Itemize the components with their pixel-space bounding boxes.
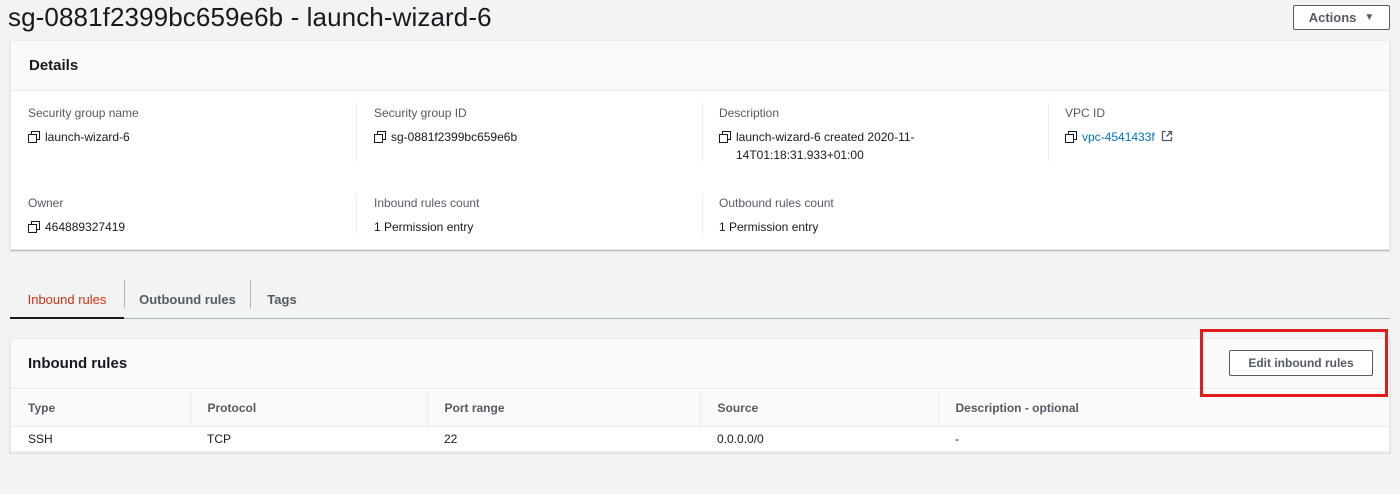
outbound-rules-count-label: Outbound rules count xyxy=(719,196,834,210)
table-header-row: Type Protocol Port range Source Descript… xyxy=(11,391,1389,427)
security-group-name-value: launch-wizard-6 xyxy=(45,130,130,144)
column-divider xyxy=(702,194,703,234)
column-divider xyxy=(702,103,703,161)
inbound-rules-count-value: 1 Permission entry xyxy=(374,220,474,234)
cell-type: SSH xyxy=(11,426,190,453)
outbound-rules-count-field: Outbound rules count 1 Permission entry xyxy=(719,196,834,236)
external-link-icon[interactable] xyxy=(1161,130,1173,142)
column-divider xyxy=(1048,103,1049,161)
vpc-id-link[interactable]: vpc-4541433f xyxy=(1082,128,1155,146)
column-divider xyxy=(356,103,357,161)
cell-port-range: 22 xyxy=(427,426,700,453)
cell-source: 0.0.0.0/0 xyxy=(700,426,938,453)
copy-icon[interactable] xyxy=(374,131,386,143)
column-header-type[interactable]: Type xyxy=(11,391,190,427)
security-group-id-label: Security group ID xyxy=(374,106,467,120)
column-header-source[interactable]: Source xyxy=(699,391,938,427)
inbound-rules-table: Type Protocol Port range Source Descript… xyxy=(11,391,1389,453)
column-header-port-range[interactable]: Port range xyxy=(426,391,700,427)
description-label: Description xyxy=(719,106,780,120)
copy-icon[interactable] xyxy=(1065,131,1077,143)
copy-icon[interactable] xyxy=(719,131,731,143)
description-value: launch-wizard-6 created 2020-11- 14T01:1… xyxy=(736,128,915,164)
table-row[interactable]: SSH TCP 22 0.0.0.0/0 - xyxy=(11,426,1389,453)
page-title: sg-0881f2399bc659e6b - launch-wizard-6 xyxy=(8,2,492,32)
details-title: Details xyxy=(29,57,79,74)
security-group-name-label: Security group name xyxy=(28,106,139,120)
vpc-id-label: VPC ID xyxy=(1065,106,1106,120)
details-header: Details xyxy=(11,41,1389,91)
owner-field: Owner 464889327419 xyxy=(28,196,125,236)
security-group-name-field: Security group name launch-wizard-6 xyxy=(28,106,139,146)
inbound-rules-header: Inbound rules Edit inbound rules xyxy=(11,339,1389,389)
details-panel: Details Security group name launch-wizar… xyxy=(10,40,1390,250)
inbound-rules-panel: Inbound rules Edit inbound rules Type Pr… xyxy=(10,338,1390,453)
tab-inbound-rules[interactable]: Inbound rules xyxy=(10,280,124,319)
tab-outbound-rules[interactable]: Outbound rules xyxy=(125,280,250,318)
inbound-rules-count-label: Inbound rules count xyxy=(374,196,480,210)
description-field: Description launch-wizard-6 created 2020… xyxy=(719,106,915,164)
outbound-rules-count-value: 1 Permission entry xyxy=(719,220,819,234)
actions-button[interactable]: Actions ▼ xyxy=(1293,5,1390,30)
owner-value: 464889327419 xyxy=(45,220,126,234)
edit-inbound-rules-button[interactable]: Edit inbound rules xyxy=(1229,350,1373,376)
cell-description: - xyxy=(938,426,1389,453)
caret-down-icon: ▼ xyxy=(1364,12,1375,23)
inbound-rules-count-field: Inbound rules count 1 Permission entry xyxy=(374,196,479,236)
cell-protocol: TCP xyxy=(190,426,427,453)
owner-label: Owner xyxy=(28,196,64,210)
inbound-rules-title: Inbound rules xyxy=(28,355,128,372)
tab-tags[interactable]: Tags xyxy=(251,280,313,318)
column-divider xyxy=(356,194,357,234)
description-line-2: 14T01:18:31.933+01:00 xyxy=(736,148,864,162)
vpc-id-field: VPC ID vpc-4541433f xyxy=(1065,106,1173,146)
actions-label: Actions xyxy=(1308,10,1357,25)
column-header-protocol[interactable]: Protocol xyxy=(189,391,427,427)
security-group-id-value: sg-0881f2399bc659e6b xyxy=(391,130,518,144)
copy-icon[interactable] xyxy=(28,131,40,143)
tab-bar: Inbound rules Outbound rules Tags xyxy=(10,280,1390,319)
security-group-id-field: Security group ID sg-0881f2399bc659e6b xyxy=(374,106,517,146)
column-header-description[interactable]: Description - optional xyxy=(937,391,1389,427)
copy-icon[interactable] xyxy=(28,221,40,233)
description-line-1: launch-wizard-6 created 2020-11- xyxy=(736,130,915,144)
